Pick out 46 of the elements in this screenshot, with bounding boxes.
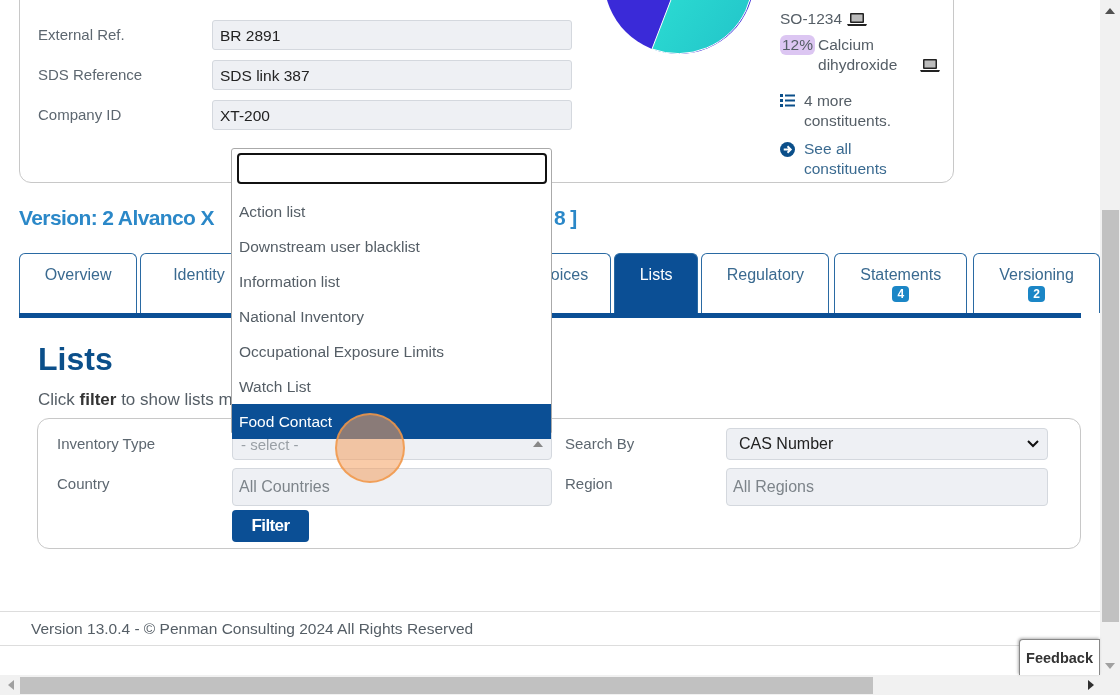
constituent-name: Calcium dihydroxide xyxy=(818,35,899,75)
list-icon xyxy=(780,94,795,107)
constituent-name: SO-1234 xyxy=(780,9,843,29)
scroll-up-icon[interactable] xyxy=(1105,8,1115,14)
field-label: Search By xyxy=(565,434,636,454)
tab[interactable]: Versioning 2 xyxy=(973,253,1100,313)
field-label: Company ID xyxy=(38,105,123,125)
filter-button[interactable]: Filter xyxy=(232,510,309,542)
field-label: External Ref. xyxy=(38,25,126,45)
scroll-right-icon[interactable] xyxy=(1088,680,1094,690)
field-label: SDS Reference xyxy=(38,65,144,85)
tab[interactable]: Overview xyxy=(19,253,138,313)
tab[interactable]: Regulatory xyxy=(701,253,830,313)
version-heading: 8 ] xyxy=(553,206,577,231)
text-field[interactable]: XT-200 xyxy=(212,100,572,130)
arrow-right-circle-icon[interactable] xyxy=(780,142,795,157)
count-badge: 4 xyxy=(892,286,910,302)
tab[interactable]: Lists xyxy=(613,253,699,313)
field-label: Region xyxy=(565,474,614,494)
laptop-icon[interactable] xyxy=(920,58,940,72)
caret-icon xyxy=(533,441,543,447)
laptop-icon[interactable] xyxy=(847,12,868,26)
tab[interactable]: Statements 4 xyxy=(834,253,968,313)
dropdown-option[interactable]: Food Contact xyxy=(232,404,551,439)
dropdown-option[interactable]: Occupational Exposure Limits xyxy=(232,334,551,369)
country-field[interactable]: All Countries xyxy=(232,468,552,506)
text-field[interactable]: BR 2891 xyxy=(212,20,572,50)
see-all-link[interactable]: See all constituents xyxy=(804,139,924,179)
more-constituents-text: 4 more constituents. xyxy=(804,91,893,131)
scrollbar-thumb[interactable] xyxy=(20,676,873,694)
chevron-down-icon xyxy=(1027,440,1039,448)
search-by-select[interactable]: CAS Number xyxy=(726,428,1048,460)
field-label: Country xyxy=(57,474,111,494)
version-heading: Version: 2 Alvanco X xyxy=(19,206,214,231)
feedback-button[interactable]: Feedback xyxy=(1019,639,1100,675)
percent-badge: 12% xyxy=(780,35,816,55)
footer-text: Version 13.0.4 - © Penman Consulting 2024 All Rights Reserved xyxy=(0,611,1100,646)
dropdown-option[interactable]: Watch List xyxy=(232,369,551,404)
scrollbar-thumb[interactable] xyxy=(1101,210,1119,622)
dropdown-option[interactable]: Action list xyxy=(232,194,551,229)
field-label: Inventory Type xyxy=(57,434,157,454)
text-field[interactable]: SDS link 387 xyxy=(212,60,572,90)
search-field[interactable] xyxy=(237,153,547,184)
count-badge: 2 xyxy=(1028,286,1045,302)
region-field[interactable]: All Regions xyxy=(726,468,1048,506)
section-title: Lists xyxy=(38,340,113,379)
